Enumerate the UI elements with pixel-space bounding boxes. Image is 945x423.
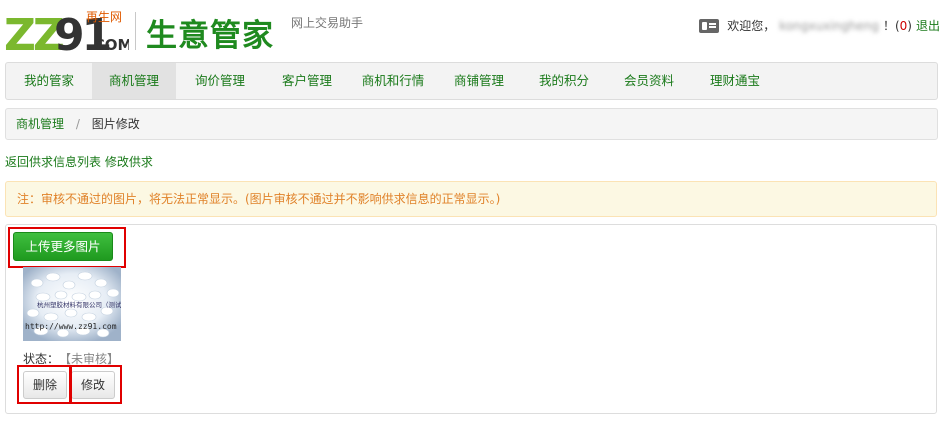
back-to-list-link[interactable]: 返回供求信息列表 [5,155,101,169]
image-status: 状态： 【未审核】 [23,350,119,367]
image-panel [5,224,937,414]
delete-button[interactable]: 删除 [23,371,67,399]
app-title: 生意管家 [146,18,274,54]
watermark-url: http://www.zz91.com [25,322,117,331]
logo-tagline: 再生网 [86,10,122,24]
main-nav: 我的管家 商机管理 询价管理 客户管理 商机和行情 商铺管理 我的积分 会员资料… [5,62,938,100]
status-label: 状态： [23,352,60,366]
user-area: 欢迎您， kongxuxingheng ！( 0 ) 退出 [699,17,940,34]
breadcrumb-root[interactable]: 商机管理 [16,117,64,131]
nav-shop-manage[interactable]: 商铺管理 [436,63,522,99]
site-logo[interactable]: ZZ 91 .COM 再生网 [4,8,129,53]
status-value: 【未审核】 [65,352,120,366]
welcome-text: 欢迎您， [727,19,776,33]
user-card-icon [699,18,720,33]
nav-business-manage[interactable]: 商机管理 [92,63,176,99]
svg-text:.COM: .COM [88,36,129,53]
edit-supply-link[interactable]: 修改供求 [105,155,153,169]
audit-notice: 注：审核不通过的图片，将无法正常显示。(图片审核不通过并不影响供求信息的正常显示… [5,181,937,217]
breadcrumb-separator: / [75,117,80,131]
logo-divider [135,12,136,50]
nav-inquiry[interactable]: 询价管理 [176,63,264,99]
msg-open: ！( [882,19,900,33]
watermark-company: 杭州塑胶材料有限公司（测试） [37,300,121,309]
product-thumbnail[interactable]: 杭州塑胶材料有限公司（测试） http://www.zz91.com [23,267,121,341]
nav-customers[interactable]: 客户管理 [264,63,350,99]
app-subtitle: 网上交易助手 [291,16,364,30]
username: kongxuxingheng [779,18,879,33]
upload-more-button[interactable]: 上传更多图片 [13,232,113,261]
nav-finance[interactable]: 理财通宝 [692,63,778,99]
nav-my-manager[interactable]: 我的管家 [6,63,92,99]
message-count[interactable]: 0 [900,19,908,33]
nav-my-points[interactable]: 我的积分 [522,63,606,99]
nav-member-info[interactable]: 会员资料 [606,63,692,99]
logout-link[interactable]: 退出 [916,17,940,34]
edit-button[interactable]: 修改 [71,371,115,399]
nav-market-trends[interactable]: 商机和行情 [350,63,436,99]
breadcrumb: 商机管理 / 图片修改 [5,108,938,140]
breadcrumb-current: 图片修改 [91,117,140,131]
msg-close: ) [907,18,912,33]
sub-links: 返回供求信息列表 修改供求 [5,153,153,170]
